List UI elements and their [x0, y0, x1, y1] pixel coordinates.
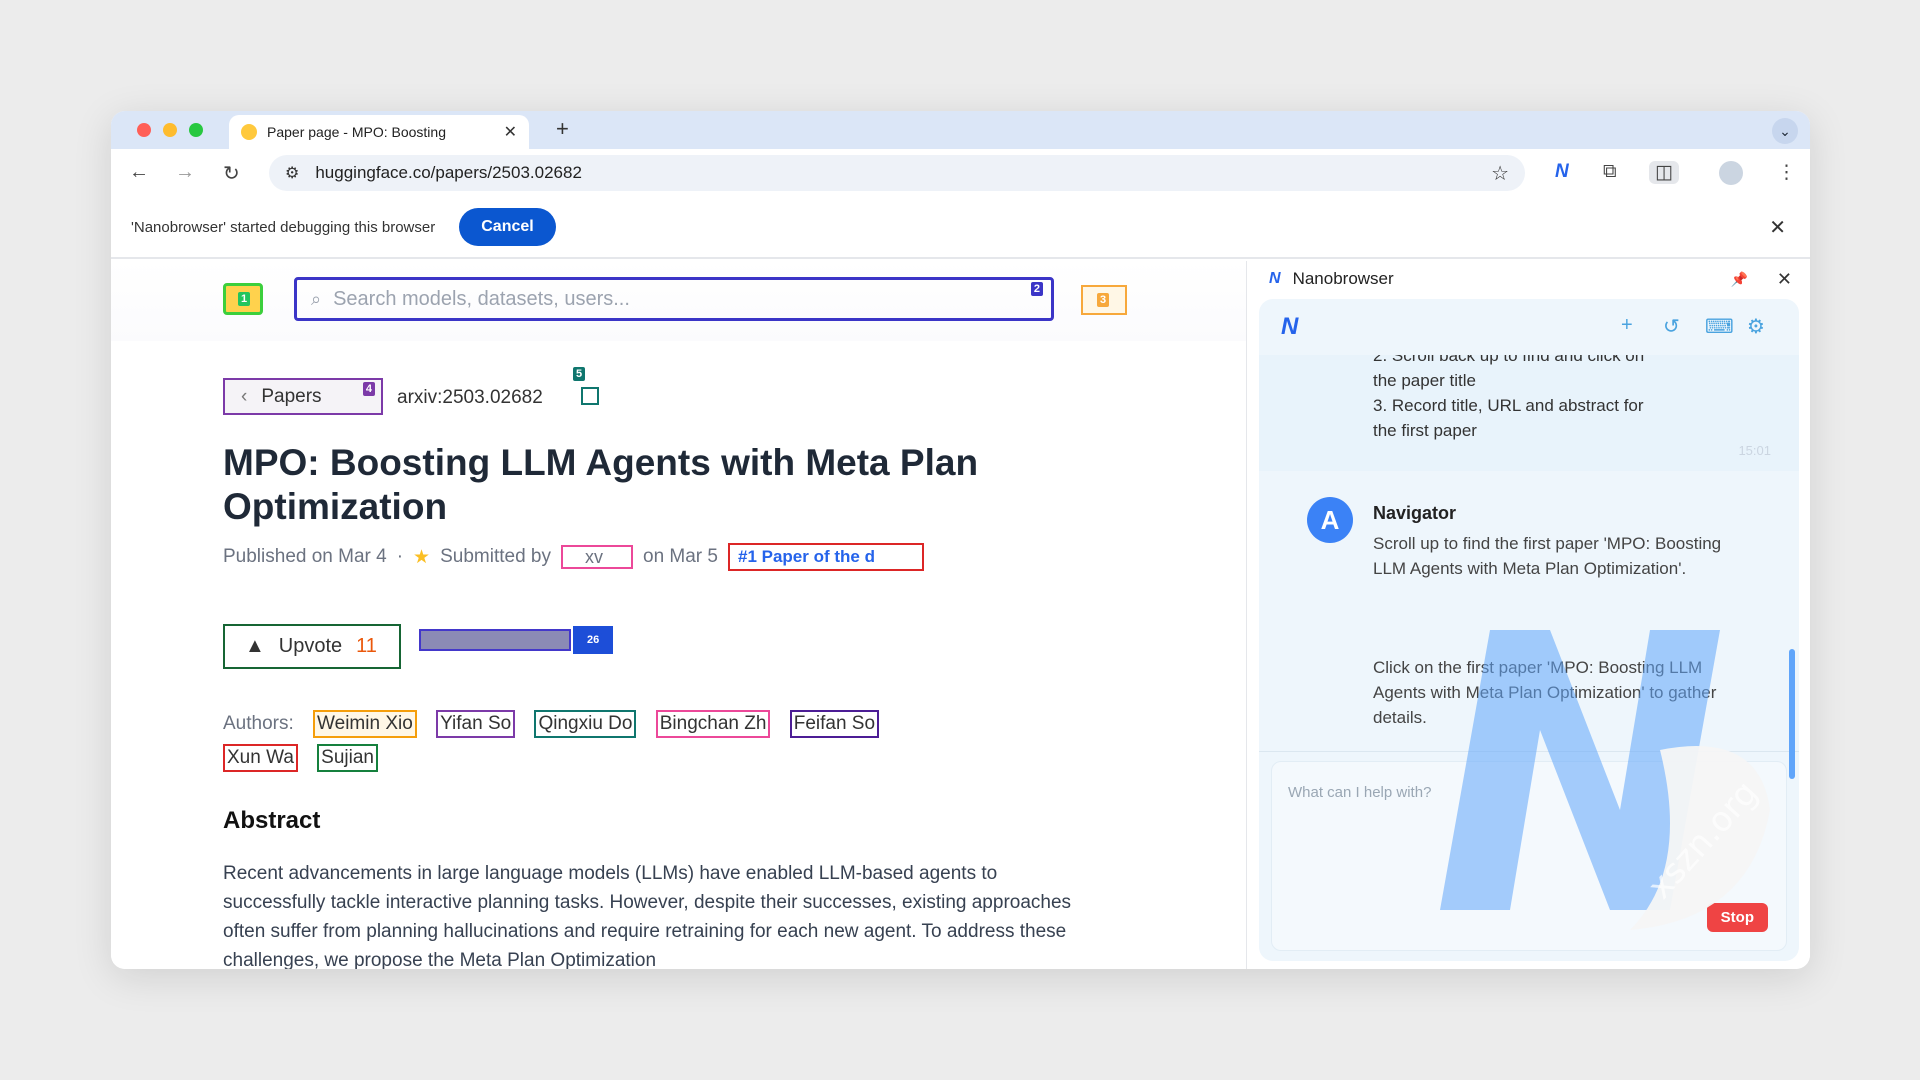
huggingface-logo[interactable]: 1 [223, 283, 263, 315]
browser-menu-icon[interactable]: ⋮ [1777, 161, 1796, 184]
menu-button[interactable]: 3 [1081, 285, 1127, 315]
upvote-label: Upvote [278, 635, 343, 657]
browser-toolbar: ← → ↻ ⚙ huggingface.co/papers/2503.02682… [111, 149, 1810, 197]
navigator-message: Scroll up to find the first paper 'MPO: … [1373, 534, 1722, 578]
nanobrowser-logo-icon: N [1269, 270, 1281, 287]
planner-line: 3. Record title, URL and abstract for [1373, 396, 1644, 415]
planner-line: the paper title [1373, 371, 1477, 390]
close-window-button[interactable] [137, 123, 151, 137]
copy-icon[interactable] [581, 387, 599, 405]
authors-list: Authors: Weimin Xio Yifan So Qingxiu Do … [223, 707, 1083, 775]
submitted-date: on Mar 5 [643, 546, 718, 567]
upvote-triangle-icon: ▲ [245, 635, 265, 657]
debugging-infobar: 'Nanobrowser' started debugging this bro… [111, 197, 1810, 259]
profile-avatar[interactable] [1719, 161, 1743, 185]
upvote-count: 11 [356, 635, 377, 657]
side-panel-close-icon[interactable]: ✕ [1777, 269, 1792, 290]
meta-separator: · [396, 546, 404, 567]
chat-divider [1259, 751, 1799, 752]
new-tab-button[interactable]: + [556, 116, 569, 142]
chat-toolbar: N + ↺ ⌨ ⚙ [1259, 299, 1799, 355]
search-input[interactable]: ⌕ Search models, datasets, users... 2 [294, 277, 1054, 321]
author-link[interactable]: Sujian [317, 744, 378, 772]
chat-messages: 2. Scroll back up to find and click on t… [1259, 355, 1799, 755]
history-icon[interactable]: ↺ [1663, 314, 1680, 339]
settings-gear-icon[interactable]: ⚙ [1747, 314, 1765, 339]
page-title: MPO: Boosting LLM Agents with Meta Plan … [223, 442, 979, 527]
tab-title: Paper page - MPO: Boosting [267, 124, 446, 140]
author-link[interactable]: Bingchan Zh [655, 710, 771, 738]
extensions-puzzle-icon[interactable]: ⧉ [1603, 161, 1617, 183]
web-page: 1 ⌕ Search models, datasets, users... 2 … [111, 261, 1246, 969]
navigator-name: Navigator [1373, 503, 1457, 523]
infobar-close-icon[interactable]: ✕ [1769, 215, 1786, 240]
reload-button[interactable]: ↻ [223, 161, 240, 186]
author-link[interactable]: Yifan So [436, 710, 516, 738]
abstract-heading: Abstract [223, 807, 321, 834]
nanobrowser-brand-icon: N [1281, 313, 1299, 340]
nanobrowser-side-panel: N Nanobrowser 📌 ✕ N + ↺ ⌨ ⚙ 2. Scroll ba… [1246, 261, 1810, 969]
tab-close-icon[interactable]: ✕ [504, 122, 517, 142]
chat-scrollbar[interactable] [1789, 649, 1795, 779]
published-date: Published on Mar 4 [223, 546, 387, 567]
upvote-button[interactable]: ▲ Upvote 11 [223, 624, 401, 669]
element-index-tag: 5 [573, 367, 586, 381]
authors-label: Authors: [223, 713, 294, 734]
submitter-link[interactable]: xv [561, 545, 633, 569]
element-index-tag: 1 [238, 292, 251, 306]
element-index-tag: 26 [584, 633, 603, 647]
side-panel-header: N Nanobrowser 📌 ✕ [1247, 261, 1810, 297]
navigator-avatar: A [1307, 497, 1353, 543]
chat-input-placeholder: What can I help with? [1288, 784, 1432, 801]
address-bar[interactable]: ⚙ huggingface.co/papers/2503.02682 ☆ [269, 155, 1525, 191]
papers-back-link[interactable]: ‹ Papers 4 [223, 378, 383, 415]
submitted-by-label: Submitted by [440, 546, 551, 567]
message-time: 15:01 [1738, 443, 1771, 458]
tab-strip: Paper page - MPO: Boosting ✕ + ⌄ [111, 111, 1810, 149]
url-text[interactable]: huggingface.co/papers/2503.02682 [315, 163, 1491, 183]
side-panel-icon[interactable]: ◫ [1649, 161, 1679, 184]
element-index-tag: 2 [1030, 282, 1043, 296]
pin-icon[interactable]: 📌 [1731, 271, 1748, 288]
papers-label: Papers [261, 385, 322, 407]
author-link[interactable]: Xun Wa [223, 744, 298, 772]
maximize-window-button[interactable] [189, 123, 203, 137]
minimize-window-button[interactable] [163, 123, 177, 137]
element-index-tag: 3 [1097, 293, 1110, 307]
bookmarks-icon[interactable]: ⌨ [1705, 314, 1734, 339]
planner-message: 2. Scroll back up to find and click on t… [1259, 355, 1799, 471]
planner-line: 2. Scroll back up to find and click on [1373, 355, 1645, 365]
site-settings-icon[interactable]: ⚙ [285, 163, 299, 183]
cancel-debugging-button[interactable]: Cancel [459, 208, 556, 246]
tab-search-icon[interactable]: ⌄ [1772, 118, 1798, 144]
search-icon: ⌕ [311, 288, 322, 309]
side-panel-title: Nanobrowser [1292, 269, 1394, 288]
navigator-message: Click on the first paper 'MPO: Boosting … [1373, 658, 1717, 727]
arxiv-id: arxiv:2503.02682 [397, 387, 543, 408]
bookmark-star-icon[interactable]: ☆ [1491, 161, 1509, 186]
tab-paper-page[interactable]: Paper page - MPO: Boosting ✕ [229, 115, 529, 149]
search-placeholder: Search models, datasets, users... [333, 287, 630, 310]
back-button[interactable]: ← [129, 161, 149, 184]
nanobrowser-extension-icon[interactable]: N [1555, 161, 1569, 183]
forward-button[interactable]: → [175, 161, 195, 184]
planner-line: the first paper [1373, 421, 1477, 440]
element-index-tag: 4 [362, 382, 375, 396]
author-link[interactable]: Qingxiu Do [534, 710, 637, 738]
star-icon: ★ [413, 546, 431, 568]
abstract-text: Recent advancements in large language mo… [223, 863, 1072, 969]
huggingface-favicon-icon [241, 124, 257, 140]
debugging-message: 'Nanobrowser' started debugging this bro… [131, 218, 436, 236]
upvoter-avatars[interactable] [419, 629, 571, 651]
author-link[interactable]: Weimin Xio [313, 710, 417, 738]
browser-window: Paper page - MPO: Boosting ✕ + ⌄ ← → ↻ ⚙… [111, 111, 1810, 969]
paper-of-day-badge[interactable]: #1 Paper of the d [727, 543, 924, 571]
more-upvoters-button[interactable]: 26 [573, 626, 613, 654]
chat-container: N + ↺ ⌨ ⚙ 2. Scroll back up to find and … [1259, 299, 1799, 961]
author-link[interactable]: Feifan So [789, 710, 880, 738]
paper-meta: Published on Mar 4 · ★ Submitted by xv o… [223, 543, 924, 571]
new-chat-icon[interactable]: + [1621, 314, 1633, 337]
chevron-left-icon: ‹ [241, 385, 248, 407]
stop-button[interactable]: Stop [1706, 903, 1768, 932]
